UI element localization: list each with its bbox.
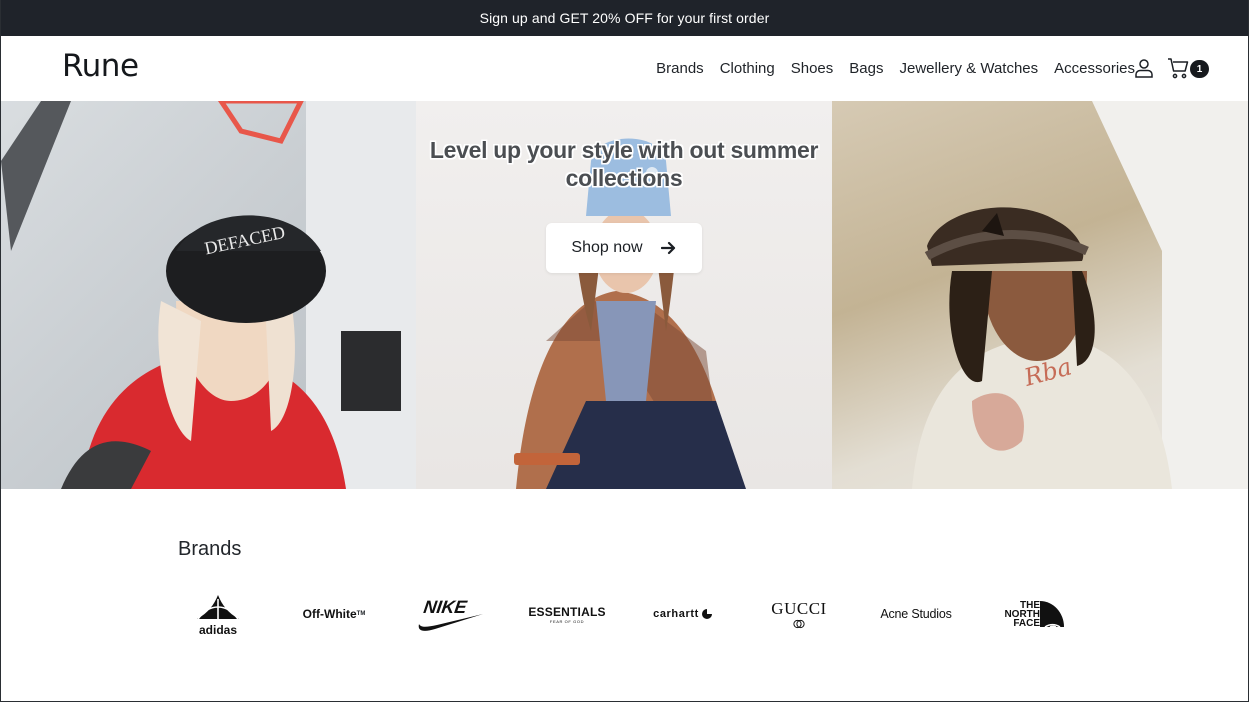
carhartt-c-icon <box>701 609 712 619</box>
nav-clothing[interactable]: Clothing <box>720 60 775 77</box>
brand-logo-nike[interactable]: NIKE <box>414 590 486 638</box>
nav-accessories[interactable]: Accessories <box>1054 60 1135 77</box>
shop-now-button[interactable]: Shop now <box>546 223 702 273</box>
site-logo[interactable]: Rune <box>62 48 139 84</box>
off-white-tm: TM <box>356 611 366 617</box>
promo-text: Sign up and GET 20% OFF for your first o… <box>479 10 770 26</box>
adidas-wordmark: adidas <box>199 623 237 635</box>
brands-heading: Brands <box>178 538 242 560</box>
brand-logo-carhartt[interactable]: carhartt <box>646 590 720 638</box>
gucci-gg-icon <box>793 619 805 629</box>
hero-photo-left-art: DEFACED <box>1 101 416 489</box>
essentials-tagline: FEAR OF GOD <box>549 618 585 624</box>
acne-studios-wordmark: Acne Studios <box>880 607 952 621</box>
site-header: Rune Brands Clothing Shoes Bags Jeweller… <box>0 36 1249 101</box>
north-face-wordmark: THE NORTH FACE <box>1004 599 1040 629</box>
brand-logo-off-white[interactable]: Off-White TM <box>300 590 368 638</box>
brand-logo-adidas[interactable]: adidas <box>190 590 246 638</box>
nav-jewellery-watches[interactable]: Jewellery & Watches <box>899 60 1038 77</box>
user-icon[interactable] <box>1132 56 1156 80</box>
brand-logo-the-north-face[interactable]: THE NORTH FACE <box>998 590 1066 638</box>
hero-photo-right: Rba <box>832 101 1248 489</box>
nav-shoes[interactable]: Shoes <box>791 60 834 77</box>
hero-photo-right-art: Rba <box>912 101 1248 489</box>
adidas-logo: adidas <box>197 595 239 635</box>
hero-photo-left: DEFACED <box>1 101 416 489</box>
shop-now-label: Shop now <box>571 239 643 256</box>
off-white-wordmark: Off-White <box>302 607 357 621</box>
promo-banner[interactable]: Sign up and GET 20% OFF for your first o… <box>0 0 1249 36</box>
brand-logo-essentials[interactable]: ESSENTIALS FEAR OF GOD <box>528 590 606 638</box>
essentials-wordmark: ESSENTIALS <box>528 604 606 619</box>
cart-count-badge: 1 <box>1190 60 1209 78</box>
nike-wordmark: NIKE <box>422 597 469 617</box>
nav-bags[interactable]: Bags <box>849 60 883 77</box>
nike-logo: NIKE <box>418 597 483 631</box>
carhartt-wordmark: carhartt <box>653 608 699 620</box>
gucci-wordmark: GUCCI <box>771 599 827 618</box>
north-face-dome-icon <box>1040 601 1064 627</box>
nav-brands[interactable]: Brands <box>656 60 704 77</box>
brand-logo-acne-studios[interactable]: Acne Studios <box>876 590 956 638</box>
cart-icon[interactable] <box>1167 56 1191 80</box>
hero-headline: Level up your style with out summer coll… <box>429 137 819 191</box>
main-nav: Brands Clothing Shoes Bags Jewellery & W… <box>656 36 1135 101</box>
arrow-right-icon <box>660 241 675 255</box>
brand-logo-gucci[interactable]: GUCCI <box>764 590 834 638</box>
